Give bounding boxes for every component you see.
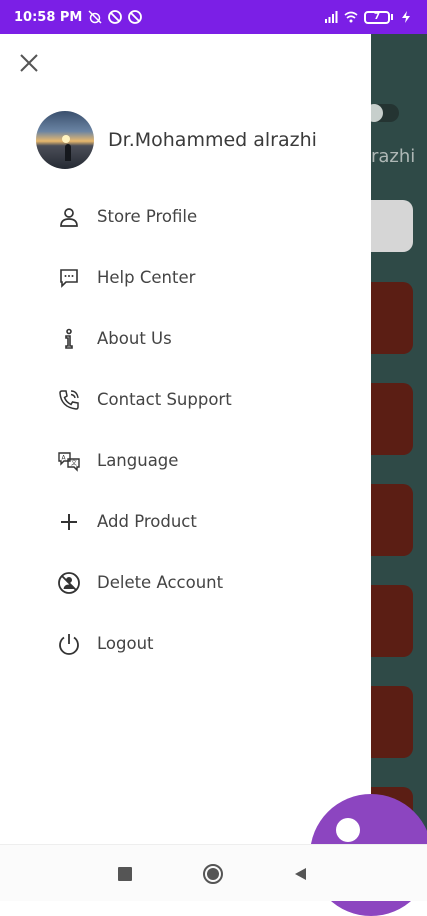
menu-item-add-product[interactable]: Add Product	[0, 491, 371, 552]
user-name: Dr.Mohammed alrazhi	[108, 129, 317, 151]
wifi-icon	[344, 11, 358, 23]
menu-item-label: Contact Support	[97, 390, 232, 409]
background-card: M	[371, 383, 413, 455]
menu-item-label: Help Center	[97, 268, 196, 287]
background-card: M	[371, 282, 413, 354]
user-profile[interactable]: Dr.Mohammed alrazhi	[36, 111, 317, 169]
recents-button[interactable]	[114, 863, 136, 885]
menu-item-contact-support[interactable]: Contact Support	[0, 369, 371, 430]
power-icon	[56, 631, 82, 657]
svg-text:文: 文	[71, 459, 77, 467]
battery-level: 7	[364, 10, 390, 24]
background-card: M	[371, 585, 413, 657]
menu-item-label: Delete Account	[97, 573, 224, 592]
battery-icon: 7	[364, 10, 393, 24]
background-card: M	[371, 686, 413, 758]
phone-icon	[56, 387, 82, 413]
delete-account-icon	[56, 570, 82, 596]
dnd-icon	[108, 10, 123, 24]
person-icon	[56, 204, 82, 230]
back-icon	[295, 868, 306, 880]
menu-item-label: Logout	[97, 634, 154, 653]
back-button[interactable]	[289, 863, 311, 885]
background-user-name: razhi	[371, 146, 416, 167]
status-time: 10:58 PM	[14, 9, 83, 25]
signal-icon	[325, 11, 338, 23]
alarm-off-icon	[88, 10, 102, 24]
system-nav-bar	[0, 844, 427, 901]
menu-item-label: Store Profile	[97, 207, 198, 226]
menu-item-help-center[interactable]: Help Center	[0, 247, 371, 308]
status-bar: 10:58 PM 7	[0, 0, 427, 34]
translate-icon: A文	[56, 448, 82, 474]
background-app: razhi M M M M M M	[371, 34, 427, 844]
drawer-menu: Store Profile Help Center About Us Conta…	[0, 186, 371, 674]
home-icon	[203, 864, 223, 884]
menu-item-logout[interactable]: Logout	[0, 613, 371, 674]
home-button[interactable]	[202, 863, 224, 885]
avatar[interactable]	[36, 111, 94, 169]
close-button[interactable]	[16, 50, 42, 76]
chat-icon	[56, 265, 82, 291]
recents-icon	[118, 867, 132, 881]
background-search-box	[371, 200, 413, 252]
charging-icon	[402, 11, 410, 23]
info-icon	[56, 326, 82, 352]
menu-item-label: About Us	[97, 329, 172, 348]
menu-item-store-profile[interactable]: Store Profile	[0, 186, 371, 247]
menu-item-about-us[interactable]: About Us	[0, 308, 371, 369]
dnd-icon	[128, 10, 143, 24]
menu-item-label: Language	[97, 451, 179, 470]
menu-item-delete-account[interactable]: Delete Account	[0, 552, 371, 613]
menu-item-language[interactable]: A文 Language	[0, 430, 371, 491]
plus-icon	[56, 509, 82, 535]
navigation-drawer: Dr.Mohammed alrazhi Store Profile Help C…	[0, 34, 371, 844]
background-card: M	[371, 484, 413, 556]
menu-item-label: Add Product	[97, 512, 197, 531]
background-toggle	[371, 104, 399, 122]
close-icon	[20, 54, 38, 72]
